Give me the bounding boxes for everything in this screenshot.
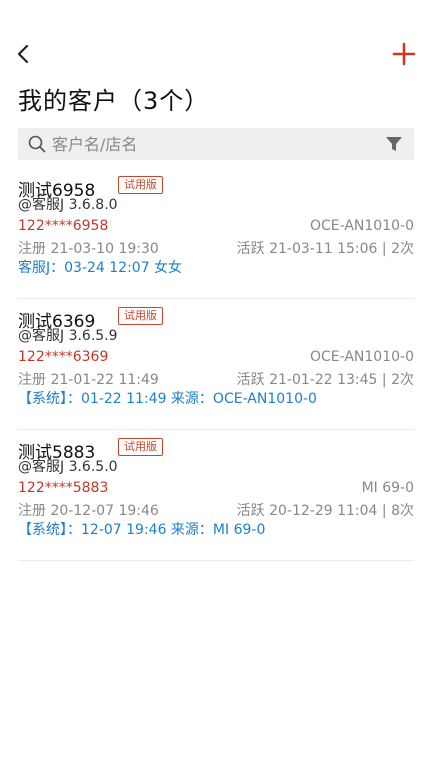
customer-note: 【系统】：01-22 11:49 来源：OCE-AN1010-0: [18, 391, 317, 407]
customer-device: MI 69-0: [361, 480, 414, 496]
trial-badge: 试用版: [118, 307, 163, 325]
filter-icon[interactable]: [386, 137, 402, 152]
customer-item[interactable]: 测试6369 试用版 @客服J 3.6.5.9 122****6369 OCE-…: [18, 299, 414, 430]
search-input[interactable]: [52, 128, 372, 160]
customer-phone: 122****6369: [18, 349, 109, 365]
trial-badge: 试用版: [118, 438, 163, 456]
add-icon[interactable]: [392, 42, 416, 66]
customer-device: OCE-AN1010-0: [309, 218, 414, 234]
customer-note: 客服J：03-24 12:07 女女: [18, 260, 183, 276]
customer-active-time: 活跃 21-01-22 13:45 | 2次: [236, 372, 414, 388]
top-bar: [0, 0, 432, 78]
customer-agent-version: @客服J 3.6.5.9: [18, 328, 118, 344]
customer-phone: 122****6958: [18, 218, 109, 234]
customer-register-time: 注册 21-03-10 19:30: [18, 241, 159, 257]
search-icon: [28, 135, 46, 153]
customer-active-time: 活跃 20-12-29 11:04 | 8次: [236, 503, 414, 519]
trial-badge: 试用版: [118, 176, 163, 194]
customer-list: 测试6958 试用版 @客服J 3.6.8.0 122****6958 OCE-…: [0, 168, 432, 561]
customer-phone: 122****5883: [18, 480, 109, 496]
customer-device: OCE-AN1010-0: [309, 349, 414, 365]
customer-active-time: 活跃 21-03-11 15:06 | 2次: [236, 241, 414, 257]
customer-agent-version: @客服J 3.6.5.0: [18, 459, 118, 475]
customer-note: 【系统】：12-07 19:46 来源：MI 69-0: [18, 522, 266, 538]
customer-item[interactable]: 测试6958 试用版 @客服J 3.6.8.0 122****6958 OCE-…: [18, 168, 414, 299]
customer-item[interactable]: 测试5883 试用版 @客服J 3.6.5.0 122****5883 MI 6…: [18, 430, 414, 561]
customer-register-time: 注册 20-12-07 19:46: [18, 503, 159, 519]
customer-agent-version: @客服J 3.6.8.0: [18, 197, 118, 213]
search-bar[interactable]: [18, 128, 414, 160]
page-title: 我的客户（3个）: [18, 87, 210, 115]
customer-register-time: 注册 21-01-22 11:49: [18, 372, 159, 388]
back-arrow-icon[interactable]: [14, 42, 34, 66]
